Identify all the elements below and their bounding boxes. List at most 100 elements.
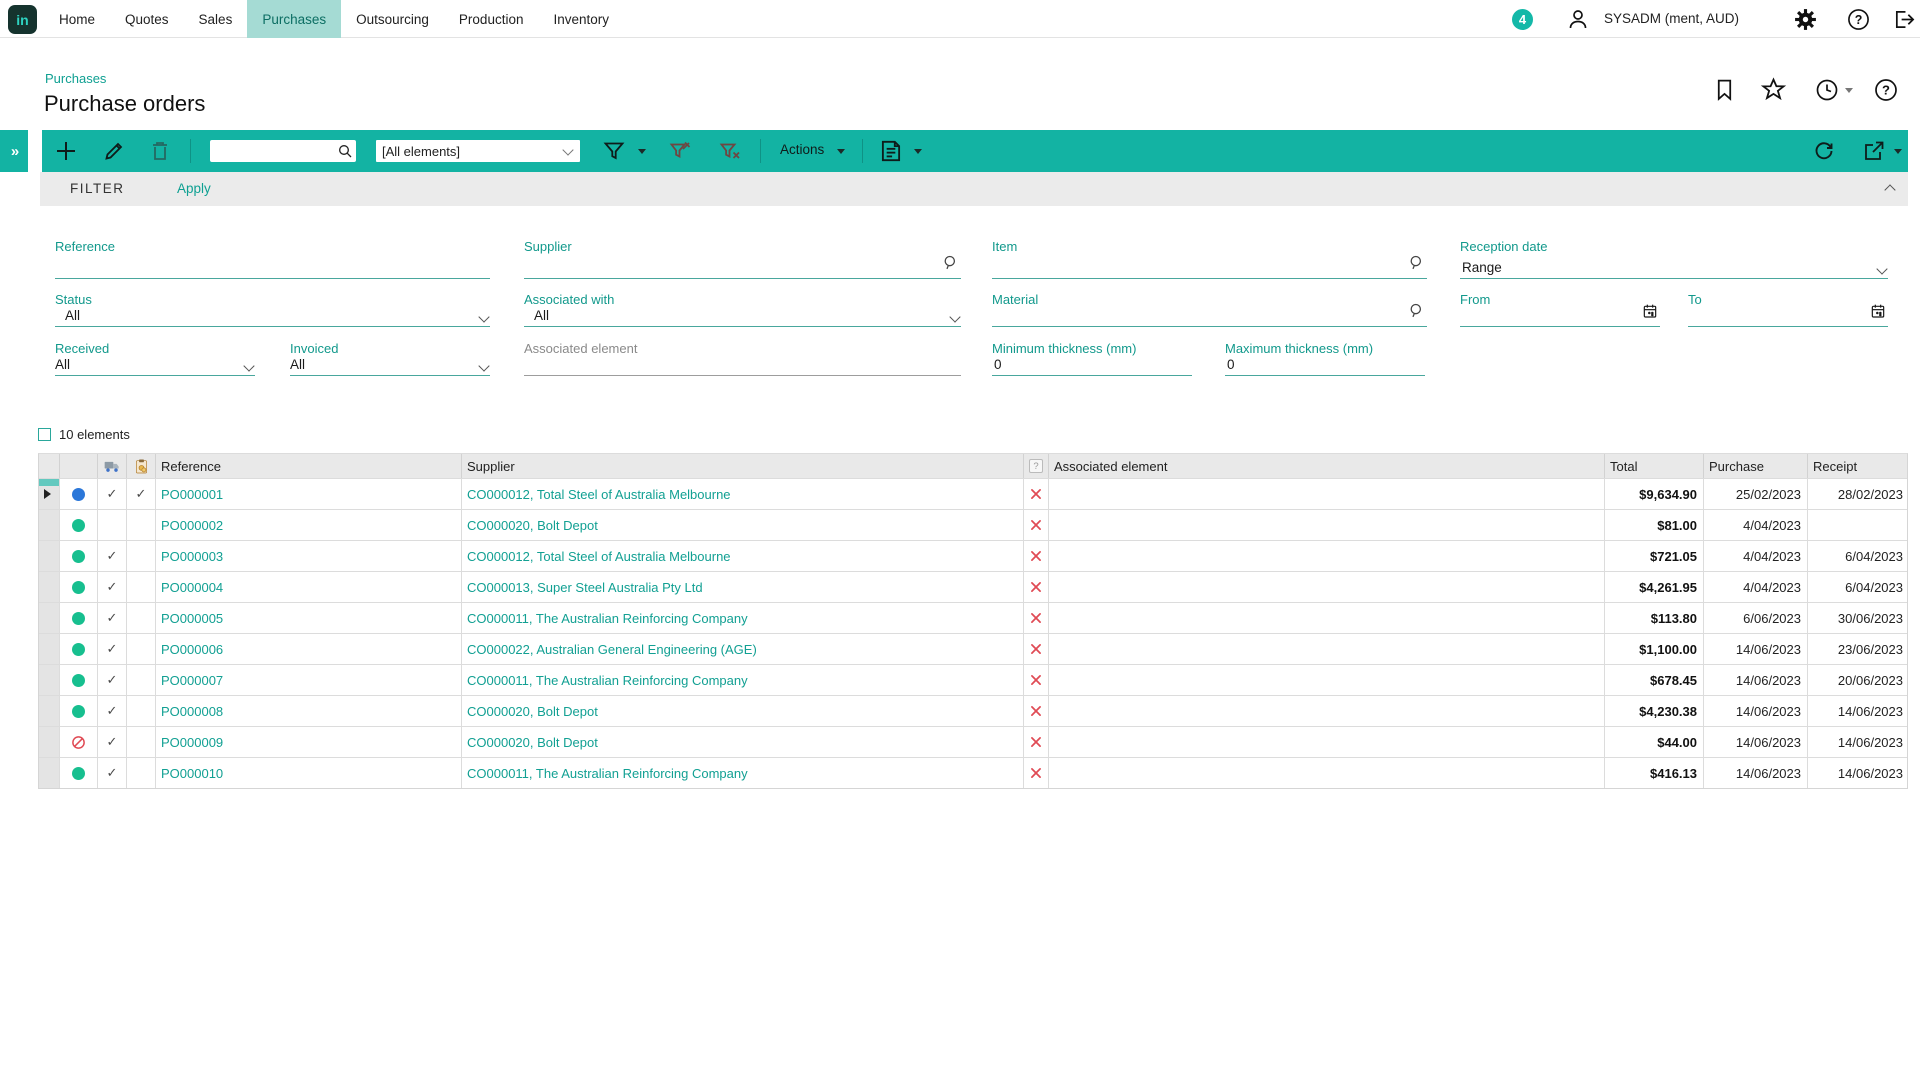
header-total[interactable]: Total <box>1604 454 1703 478</box>
user-name[interactable]: SYSADM (ment, AUD) <box>1604 11 1739 26</box>
supplier-cell[interactable]: CO000011, The Australian Reinforcing Com… <box>461 603 1023 633</box>
search-input[interactable] <box>214 140 332 162</box>
nav-item-production[interactable]: Production <box>444 0 539 38</box>
open-external-caret[interactable] <box>1894 149 1902 154</box>
scope-dropdown[interactable]: [All elements] <box>376 140 580 162</box>
filter-reference-input[interactable] <box>55 257 490 279</box>
filter-associated-with-select[interactable]: All <box>524 307 961 327</box>
supplier-cell[interactable]: CO000011, The Australian Reinforcing Com… <box>461 758 1023 788</box>
row-selector-cell[interactable] <box>39 727 59 757</box>
unlink-x-icon[interactable] <box>1023 572 1048 602</box>
nav-item-inventory[interactable]: Inventory <box>538 0 624 38</box>
filter-supplier[interactable]: Supplier <box>524 239 961 279</box>
filter-dropdown-caret[interactable] <box>638 149 646 154</box>
supplier-cell[interactable]: CO000020, Bolt Depot <box>461 727 1023 757</box>
reference-cell[interactable]: PO000002 <box>155 510 461 540</box>
table-row[interactable]: ✓PO000007CO000011, The Australian Reinfo… <box>39 664 1907 695</box>
search-icon[interactable] <box>337 143 353 164</box>
reference-cell[interactable]: PO000004 <box>155 572 461 602</box>
filter-apply-button[interactable]: Apply <box>177 181 211 196</box>
actions-button[interactable]: Actions <box>780 142 824 157</box>
filter-clear-button[interactable] <box>718 139 742 168</box>
supplier-search-icon[interactable] <box>942 254 959 276</box>
user-icon[interactable] <box>1566 7 1590 36</box>
filter-max-thickness[interactable]: Maximum thickness (mm) 0 <box>1225 341 1425 376</box>
nav-item-purchases[interactable]: Purchases <box>247 0 341 38</box>
table-row[interactable]: ✓✓PO000001CO000012, Total Steel of Austr… <box>39 478 1907 509</box>
material-search-icon[interactable] <box>1408 302 1425 324</box>
unlink-x-icon[interactable] <box>1023 696 1048 726</box>
reference-cell[interactable]: PO000005 <box>155 603 461 633</box>
table-row[interactable]: ✓PO000006CO000022, Australian General En… <box>39 633 1907 664</box>
nav-item-home[interactable]: Home <box>44 0 110 38</box>
reference-cell[interactable]: PO000001 <box>155 479 461 509</box>
history-clock-icon[interactable] <box>1815 78 1839 107</box>
add-button[interactable] <box>54 139 78 168</box>
supplier-cell[interactable]: CO000013, Super Steel Australia Pty Ltd <box>461 572 1023 602</box>
search-box[interactable] <box>210 140 356 162</box>
filter-invoiced-select[interactable]: All <box>290 356 490 376</box>
supplier-cell[interactable]: CO000020, Bolt Depot <box>461 510 1023 540</box>
header-associated-element[interactable]: Associated element <box>1048 454 1604 478</box>
notification-badge[interactable]: 4 <box>1510 7 1535 32</box>
unlink-x-icon[interactable] <box>1023 665 1048 695</box>
nav-item-sales[interactable]: Sales <box>184 0 248 38</box>
history-dropdown-caret[interactable] <box>1845 88 1853 93</box>
to-calendar-icon[interactable] <box>1870 303 1886 324</box>
table-row[interactable]: ✓PO000008CO000020, Bolt Depot$4,230.3814… <box>39 695 1907 726</box>
filter-item[interactable]: Item <box>992 239 1427 279</box>
unlink-x-icon[interactable] <box>1023 541 1048 571</box>
select-all-checkbox[interactable] <box>38 428 51 441</box>
edit-pencil-button[interactable] <box>102 139 126 168</box>
sidebar-expander[interactable]: » <box>0 130 28 172</box>
filter-material-input[interactable] <box>992 307 1427 327</box>
row-selector-cell[interactable] <box>39 510 59 540</box>
unlink-x-icon[interactable] <box>1023 758 1048 788</box>
filter-invoiced[interactable]: Invoiced All <box>290 341 490 376</box>
filter-from-date[interactable]: From <box>1460 292 1660 327</box>
reference-cell[interactable]: PO000006 <box>155 634 461 664</box>
filter-material[interactable]: Material <box>992 292 1427 327</box>
filter-reception-date-select[interactable]: Range <box>1460 257 1888 279</box>
report-caret[interactable] <box>914 149 922 154</box>
row-selector-cell[interactable] <box>39 479 59 509</box>
row-selector-cell[interactable] <box>39 758 59 788</box>
filter-status-select[interactable]: All <box>55 307 490 327</box>
filter-reception-date[interactable]: Reception date Range <box>1460 239 1888 279</box>
row-selector-cell[interactable] <box>39 572 59 602</box>
row-selector-cell[interactable] <box>39 634 59 664</box>
header-supplier[interactable]: Supplier <box>461 454 1023 478</box>
filter-from-input[interactable] <box>1460 307 1660 327</box>
table-row[interactable]: ✓PO000003CO000012, Total Steel of Austra… <box>39 540 1907 571</box>
header-purchase[interactable]: Purchase <box>1703 454 1807 478</box>
logout-icon[interactable] <box>1893 8 1916 36</box>
supplier-cell[interactable]: CO000011, The Australian Reinforcing Com… <box>461 665 1023 695</box>
reference-cell[interactable]: PO000008 <box>155 696 461 726</box>
table-row[interactable]: ✓PO000010CO000011, The Australian Reinfo… <box>39 757 1907 788</box>
invoiced-clipboard-icon[interactable] <box>126 454 155 478</box>
row-selector-cell[interactable] <box>39 541 59 571</box>
filter-panel-header[interactable]: FILTER Apply <box>40 172 1908 206</box>
table-row[interactable]: ✓PO000004CO000013, Super Steel Australia… <box>39 571 1907 602</box>
breadcrumb[interactable]: Purchases <box>45 71 106 86</box>
filter-pin-button[interactable] <box>668 139 692 168</box>
filter-to-input[interactable] <box>1688 307 1888 327</box>
unlink-x-icon[interactable] <box>1023 727 1048 757</box>
filter-min-thickness-input[interactable]: 0 <box>992 356 1192 376</box>
filter-max-thickness-input[interactable]: 0 <box>1225 356 1425 376</box>
from-calendar-icon[interactable] <box>1642 303 1658 324</box>
actions-caret[interactable] <box>837 149 845 154</box>
delete-trash-button[interactable] <box>148 139 172 168</box>
favorite-star-icon[interactable] <box>1760 76 1787 108</box>
bookmark-icon[interactable] <box>1712 77 1737 107</box>
filter-reference[interactable]: Reference <box>55 239 490 279</box>
reference-cell[interactable]: PO000009 <box>155 727 461 757</box>
row-selector-cell[interactable] <box>39 665 59 695</box>
refresh-icon[interactable] <box>1812 139 1836 168</box>
gear-icon[interactable] <box>1793 7 1818 37</box>
received-truck-icon[interactable] <box>97 454 126 478</box>
open-external-icon[interactable] <box>1862 139 1886 168</box>
reference-cell[interactable]: PO000003 <box>155 541 461 571</box>
filter-funnel-button[interactable] <box>602 139 626 168</box>
report-document-button[interactable] <box>878 138 904 169</box>
